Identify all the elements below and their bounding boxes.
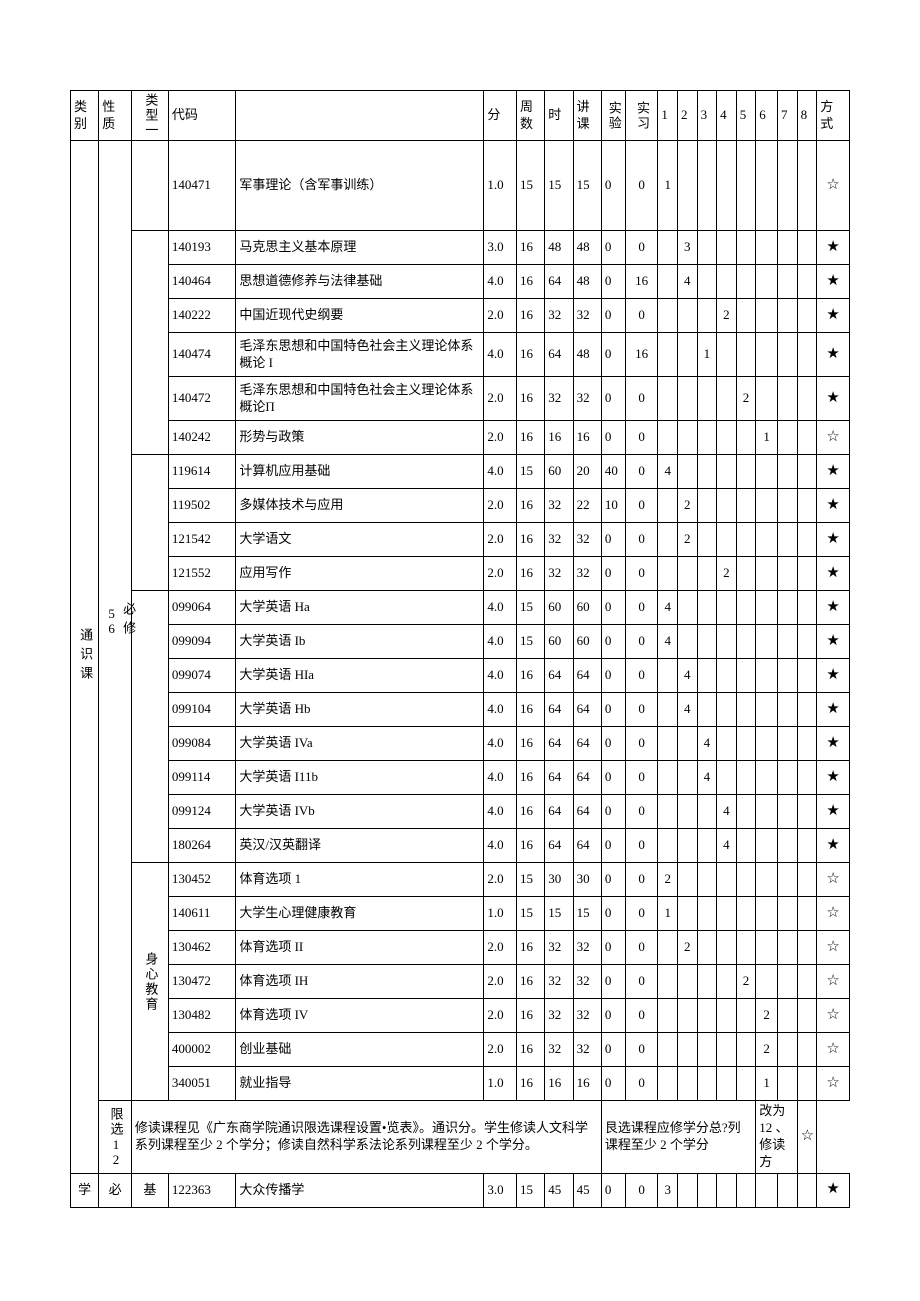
- h-credit: 分: [484, 91, 517, 141]
- cell-category-xue: 学: [71, 1173, 99, 1207]
- cell-nature: 必修56: [99, 141, 132, 1101]
- h-practice: 实习: [625, 91, 658, 141]
- table-row: 099094 大学英语 Ib 4.0 15 60 60 0 0 4 ★: [71, 625, 850, 659]
- h-s7: 7: [778, 91, 798, 141]
- table-row: 140611 大学生心理健康教育 1.0 15 15 15 0 0 1 ☆: [71, 897, 850, 931]
- h-name: [236, 91, 484, 141]
- h-s8: 8: [797, 91, 817, 141]
- h-s2: 2: [677, 91, 697, 141]
- table-row: 140472 毛泽东思想和中国特色社会主义理论体系概论Π 2.0 16 32 3…: [71, 377, 850, 421]
- cell-type: [131, 231, 168, 455]
- table-row: 学 必 基 122363 大众传播学 3.0 15 45 45 0 0 3 ★: [71, 1173, 850, 1207]
- table-row: 099084 大学英语 IVa 4.0 16 64 64 0 0 4 ★: [71, 727, 850, 761]
- table-row: 180264 英汉/汉英翻译 4.0 16 64 64 0 0 4 ★: [71, 829, 850, 863]
- table-row: 119614 计算机应用基础 4.0 15 60 20 40 0 4 ★: [71, 455, 850, 489]
- table-row: 140242 形势与政策 2.0 16 16 16 0 0 1 ☆: [71, 421, 850, 455]
- h-s5: 5: [736, 91, 756, 141]
- table-row: 121552 应用写作 2.0 16 32 32 0 0 2 ★: [71, 557, 850, 591]
- table-row: 130472 体育选项 IH 2.0 16 32 32 0 0 2 ☆: [71, 965, 850, 999]
- cell-code: 140471: [168, 141, 235, 231]
- h-s4: 4: [717, 91, 737, 141]
- cell-category: 通识课: [71, 141, 99, 1174]
- h-s3: 3: [697, 91, 717, 141]
- cell-mode: ☆: [817, 141, 850, 231]
- h-exp: 实验: [601, 91, 625, 141]
- table-row: 099114 大学英语 I11b 4.0 16 64 64 0 0 4 ★: [71, 761, 850, 795]
- table-row: 140474 毛泽东思想和中国特色社会主义理论体系概论 I 4.0 16 64 …: [71, 333, 850, 377]
- h-mode: 方式: [817, 91, 850, 141]
- cell-nature-bi: 必: [99, 1173, 132, 1207]
- table-row: 099124 大学英语 IVb 4.0 16 64 64 0 0 4 ★: [71, 795, 850, 829]
- table-row: 121542 大学语文 2.0 16 32 32 0 0 2 ★: [71, 523, 850, 557]
- header-row: 类别 性质 类型一 代码 分 周数 时 讲课 实验 实习 1 2 3 4 5 6…: [71, 91, 850, 141]
- h-code: 代码: [168, 91, 235, 141]
- table-row: 119502 多媒体技术与应用 2.0 16 32 22 10 0 2 ★: [71, 489, 850, 523]
- table-row: 通识课 必修56 140471 军事理论（含军事训练） 1.0 15 15 15…: [71, 141, 850, 231]
- cell-type: [131, 455, 168, 591]
- h-weeks: 周数: [517, 91, 545, 141]
- table-row: 130462 体育选项 II 2.0 16 32 32 0 0 2 ☆: [71, 931, 850, 965]
- note-mode: ☆: [797, 1101, 817, 1174]
- table-row: 099064 大学英语 Ha 4.0 15 60 60 0 0 4 ★: [71, 591, 850, 625]
- h-nature: 性质: [99, 91, 132, 141]
- table-row: 140222 中国近现代史纲要 2.0 16 32 32 0 0 2 ★: [71, 299, 850, 333]
- note-text-left: 修读课程见《广东商学院通识限选课程设置•览表》。通识分。学生修读人文科学系列课程…: [131, 1101, 601, 1174]
- table-row: 099104 大学英语 Hb 4.0 16 64 64 0 0 4 ★: [71, 693, 850, 727]
- cell-name: 军事理论（含军事训练）: [236, 141, 484, 231]
- h-lecture: 讲课: [573, 91, 601, 141]
- h-category: 类别: [71, 91, 99, 141]
- h-hours: 时: [545, 91, 573, 141]
- cell-nature-xianxuan: 限选12: [99, 1101, 132, 1174]
- table-row: 身心教育 130452 体育选项 1 2.0 15 30 30 0 0 2 ☆: [71, 863, 850, 897]
- table-row: 130482 体育选项 IV 2.0 16 32 32 0 0 2 ☆: [71, 999, 850, 1033]
- table-row: 140193 马克思主义基本原理 3.0 16 48 48 0 0 3 ★: [71, 231, 850, 265]
- h-type: 类型一: [131, 91, 168, 141]
- curriculum-table: 类别 性质 类型一 代码 分 周数 时 讲课 实验 实习 1 2 3 4 5 6…: [70, 90, 850, 1208]
- cell-type: [131, 591, 168, 863]
- table-row: 400002 创业基础 2.0 16 32 32 0 0 2 ☆: [71, 1033, 850, 1067]
- note-text-right: 改为 12 、修读方: [756, 1101, 797, 1174]
- table-row: 140464 思想道德修养与法律基础 4.0 16 64 48 0 16 4 ★: [71, 265, 850, 299]
- cell-type: [131, 141, 168, 231]
- note-row: 限选12 修读课程见《广东商学院通识限选课程设置•览表》。通识分。学生修读人文科…: [71, 1101, 850, 1174]
- cell-type-ji: 基: [131, 1173, 168, 1207]
- cell-type-shenxin: 身心教育: [131, 863, 168, 1101]
- h-s6: 6: [756, 91, 778, 141]
- note-text-mid: 艮选课程应修学分总?列课程至少 2 个学分: [601, 1101, 755, 1174]
- h-s1: 1: [658, 91, 678, 141]
- table-row: 099074 大学英语 HIa 4.0 16 64 64 0 0 4 ★: [71, 659, 850, 693]
- table-row: 340051 就业指导 1.0 16 16 16 0 0 1 ☆: [71, 1067, 850, 1101]
